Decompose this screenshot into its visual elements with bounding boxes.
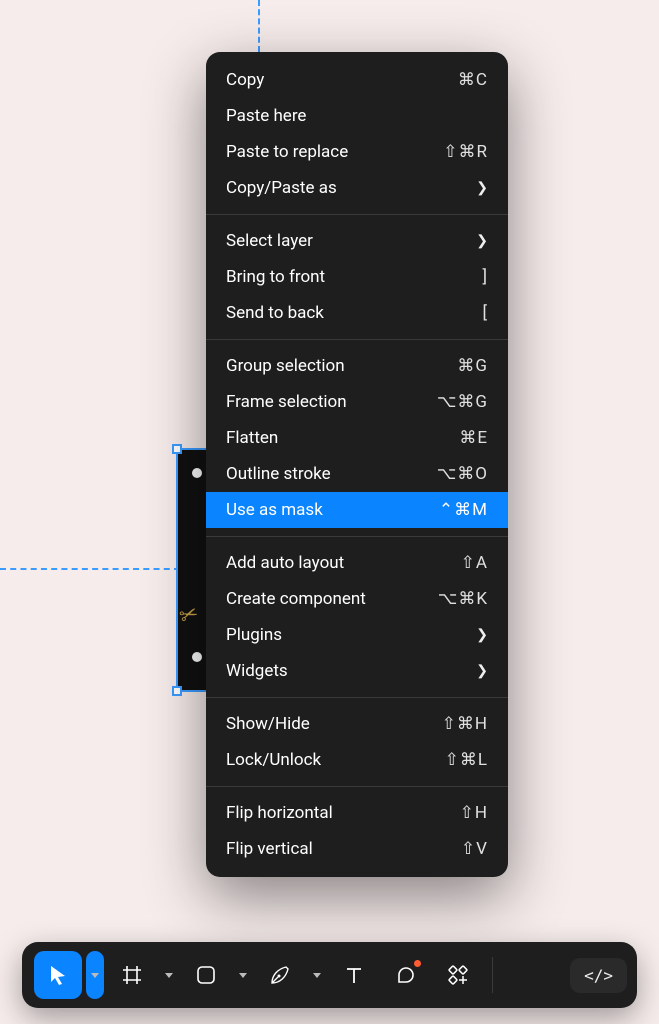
pen-tool[interactable] xyxy=(256,951,304,999)
menu-item-label: Copy xyxy=(226,70,264,90)
chevron-right-icon: ❯ xyxy=(476,231,488,251)
text-tool[interactable] xyxy=(330,951,378,999)
menu-item-shortcut: ⇧V xyxy=(461,839,488,859)
menu-item-plugins[interactable]: Plugins ❯ xyxy=(206,617,508,653)
menu-item-copy-paste-as[interactable]: Copy/Paste as ❯ xyxy=(206,170,508,206)
menu-item-shortcut: ⇧⌘H xyxy=(442,714,488,734)
menu-item-label: Flip horizontal xyxy=(226,803,333,823)
rectangle-icon xyxy=(194,963,218,987)
menu-separator xyxy=(206,339,508,340)
menu-item-shortcut: ⌘C xyxy=(458,70,488,90)
toolbar-divider xyxy=(492,957,493,993)
menu-item-shortcut: ⇧⌘L xyxy=(445,750,488,770)
menu-item-shortcut: ⌥⌘K xyxy=(438,589,488,609)
frame-tool[interactable] xyxy=(108,951,156,999)
chevron-right-icon: ❯ xyxy=(476,661,488,681)
menu-item-paste-here[interactable]: Paste here xyxy=(206,98,508,134)
menu-item-label: Paste to replace xyxy=(226,142,348,162)
menu-item-frame-selection[interactable]: Frame selection ⌥⌘G xyxy=(206,384,508,420)
menu-item-label: Show/Hide xyxy=(226,714,310,734)
menu-item-shortcut: ⇧H xyxy=(460,803,488,823)
menu-item-flip-vertical[interactable]: Flip vertical ⇧V xyxy=(206,831,508,867)
selection-handle[interactable] xyxy=(172,444,182,454)
context-menu: Copy ⌘C Paste here Paste to replace ⇧⌘R … xyxy=(206,52,508,877)
menu-item-shortcut: ⇧A xyxy=(461,553,488,573)
menu-item-label: Bring to front xyxy=(226,267,325,287)
frame-tool-dropdown[interactable] xyxy=(160,951,178,999)
menu-item-shortcut: ⌃⌘M xyxy=(439,500,488,520)
shape-tool-dropdown[interactable] xyxy=(234,951,252,999)
menu-item-select-layer[interactable]: Select layer ❯ xyxy=(206,223,508,259)
menu-item-widgets[interactable]: Widgets ❯ xyxy=(206,653,508,689)
menu-item-label: Lock/Unlock xyxy=(226,750,321,770)
menu-item-label: Add auto layout xyxy=(226,553,344,573)
menu-item-add-auto-layout[interactable]: Add auto layout ⇧A xyxy=(206,545,508,581)
menu-separator xyxy=(206,786,508,787)
notification-dot-icon xyxy=(414,960,421,967)
comment-icon xyxy=(394,963,418,987)
guide-horizontal xyxy=(0,568,180,570)
cursor-icon xyxy=(46,963,70,987)
menu-item-show-hide[interactable]: Show/Hide ⇧⌘H xyxy=(206,706,508,742)
dev-mode-label: </> xyxy=(584,966,613,985)
comment-tool[interactable] xyxy=(382,951,430,999)
menu-item-label: Use as mask xyxy=(226,500,323,520)
menu-item-shortcut: ⌥⌘O xyxy=(437,464,488,484)
menu-item-label: Paste here xyxy=(226,106,306,126)
menu-item-outline-stroke[interactable]: Outline stroke ⌥⌘O xyxy=(206,456,508,492)
menu-separator xyxy=(206,214,508,215)
menu-item-label: Select layer xyxy=(226,231,313,251)
menu-item-label: Flatten xyxy=(226,428,278,448)
frame-icon xyxy=(120,963,144,987)
menu-item-shortcut: ⌥⌘G xyxy=(437,392,488,412)
chevron-right-icon: ❯ xyxy=(476,178,488,198)
menu-item-label: Plugins xyxy=(226,625,282,645)
menu-item-label: Frame selection xyxy=(226,392,347,412)
menu-item-shortcut: [ xyxy=(482,303,488,323)
move-tool[interactable] xyxy=(34,951,82,999)
menu-item-label: Group selection xyxy=(226,356,345,376)
pen-tool-dropdown[interactable] xyxy=(308,951,326,999)
menu-item-label: Copy/Paste as xyxy=(226,178,337,198)
menu-item-label: Send to back xyxy=(226,303,324,323)
menu-item-shortcut: ] xyxy=(482,267,488,287)
menu-item-copy[interactable]: Copy ⌘C xyxy=(206,62,508,98)
menu-separator xyxy=(206,697,508,698)
menu-item-lock-unlock[interactable]: Lock/Unlock ⇧⌘L xyxy=(206,742,508,778)
menu-item-create-component[interactable]: Create component ⌥⌘K xyxy=(206,581,508,617)
selection-handle[interactable] xyxy=(172,686,182,696)
menu-item-shortcut: ⌘E xyxy=(459,428,488,448)
scissors-icon: ✂ xyxy=(176,601,202,631)
menu-item-flip-horizontal[interactable]: Flip horizontal ⇧H xyxy=(206,795,508,831)
menu-item-shortcut: ⇧⌘R xyxy=(443,142,488,162)
text-icon xyxy=(342,963,366,987)
menu-item-paste-to-replace[interactable]: Paste to replace ⇧⌘R xyxy=(206,134,508,170)
menu-separator xyxy=(206,536,508,537)
chevron-right-icon: ❯ xyxy=(476,625,488,645)
menu-item-shortcut: ⌘G xyxy=(457,356,488,376)
menu-item-bring-to-front[interactable]: Bring to front ] xyxy=(206,259,508,295)
menu-item-send-to-back[interactable]: Send to back [ xyxy=(206,295,508,331)
menu-item-label: Widgets xyxy=(226,661,288,681)
menu-item-label: Flip vertical xyxy=(226,839,313,859)
dev-mode-toggle[interactable]: </> xyxy=(570,958,627,993)
actions-tool[interactable] xyxy=(434,951,482,999)
menu-item-use-as-mask[interactable]: Use as mask ⌃⌘M xyxy=(206,492,508,528)
actions-icon xyxy=(446,963,470,987)
pen-icon xyxy=(268,963,292,987)
move-tool-dropdown[interactable] xyxy=(86,951,104,999)
menu-item-label: Create component xyxy=(226,589,366,609)
guide-vertical xyxy=(258,0,260,52)
menu-item-group-selection[interactable]: Group selection ⌘G xyxy=(206,348,508,384)
menu-item-flatten[interactable]: Flatten ⌘E xyxy=(206,420,508,456)
menu-item-label: Outline stroke xyxy=(226,464,331,484)
toolbar: </> xyxy=(22,942,637,1008)
shape-tool[interactable] xyxy=(182,951,230,999)
